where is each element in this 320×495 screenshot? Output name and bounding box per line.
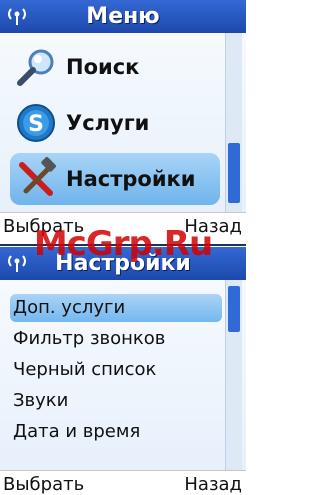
menu-item-settings[interactable]: Настройки	[10, 153, 220, 205]
scroll-thumb[interactable]	[228, 286, 240, 332]
list-item-label: Дата и время	[13, 421, 141, 442]
list-item-label: Черный список	[13, 359, 157, 380]
menu-item-search[interactable]: Поиск	[10, 41, 220, 93]
magnifier-icon	[17, 49, 54, 86]
settings-screen: Настройки Доп. услуги Фильтр звонков Чер…	[0, 247, 246, 495]
menu-screen: Меню Поиск S Услуги Настройки Выбрать На…	[0, 0, 246, 240]
watermark-text: McGrp.Ru	[33, 224, 213, 264]
menu-list: Поиск S Услуги Настройки	[0, 33, 246, 212]
settings-list: Доп. услуги Фильтр звонков Черный список…	[0, 280, 246, 470]
scrollbar[interactable]	[225, 33, 242, 212]
skype-icon: S	[17, 104, 55, 142]
list-item-extra-services[interactable]: Доп. услуги	[10, 294, 222, 322]
select-softkey[interactable]: Выбрать	[3, 474, 84, 495]
softkey-bar: Выбрать Назад	[0, 470, 246, 495]
list-item-label: Фильтр звонков	[13, 328, 166, 349]
list-item-date-time[interactable]: Дата и время	[10, 418, 222, 446]
list-item-call-filter[interactable]: Фильтр звонков	[10, 325, 222, 353]
menu-item-services[interactable]: S Услуги	[10, 97, 220, 149]
screen-title: Меню	[86, 4, 160, 29]
menu-item-label: Поиск	[66, 55, 140, 79]
svg-text:S: S	[28, 112, 44, 137]
list-item-sounds[interactable]: Звуки	[10, 387, 222, 415]
title-bar: Меню	[0, 0, 246, 33]
list-item-label: Звуки	[13, 390, 69, 411]
list-item-blacklist[interactable]: Черный список	[10, 356, 222, 384]
menu-item-label: Настройки	[66, 167, 196, 191]
scrollbar[interactable]	[225, 280, 242, 470]
scroll-thumb[interactable]	[228, 143, 240, 203]
menu-item-label: Услуги	[66, 111, 150, 135]
list-item-label: Доп. услуги	[13, 297, 126, 318]
tools-icon	[19, 157, 56, 196]
back-softkey[interactable]: Назад	[184, 474, 242, 495]
